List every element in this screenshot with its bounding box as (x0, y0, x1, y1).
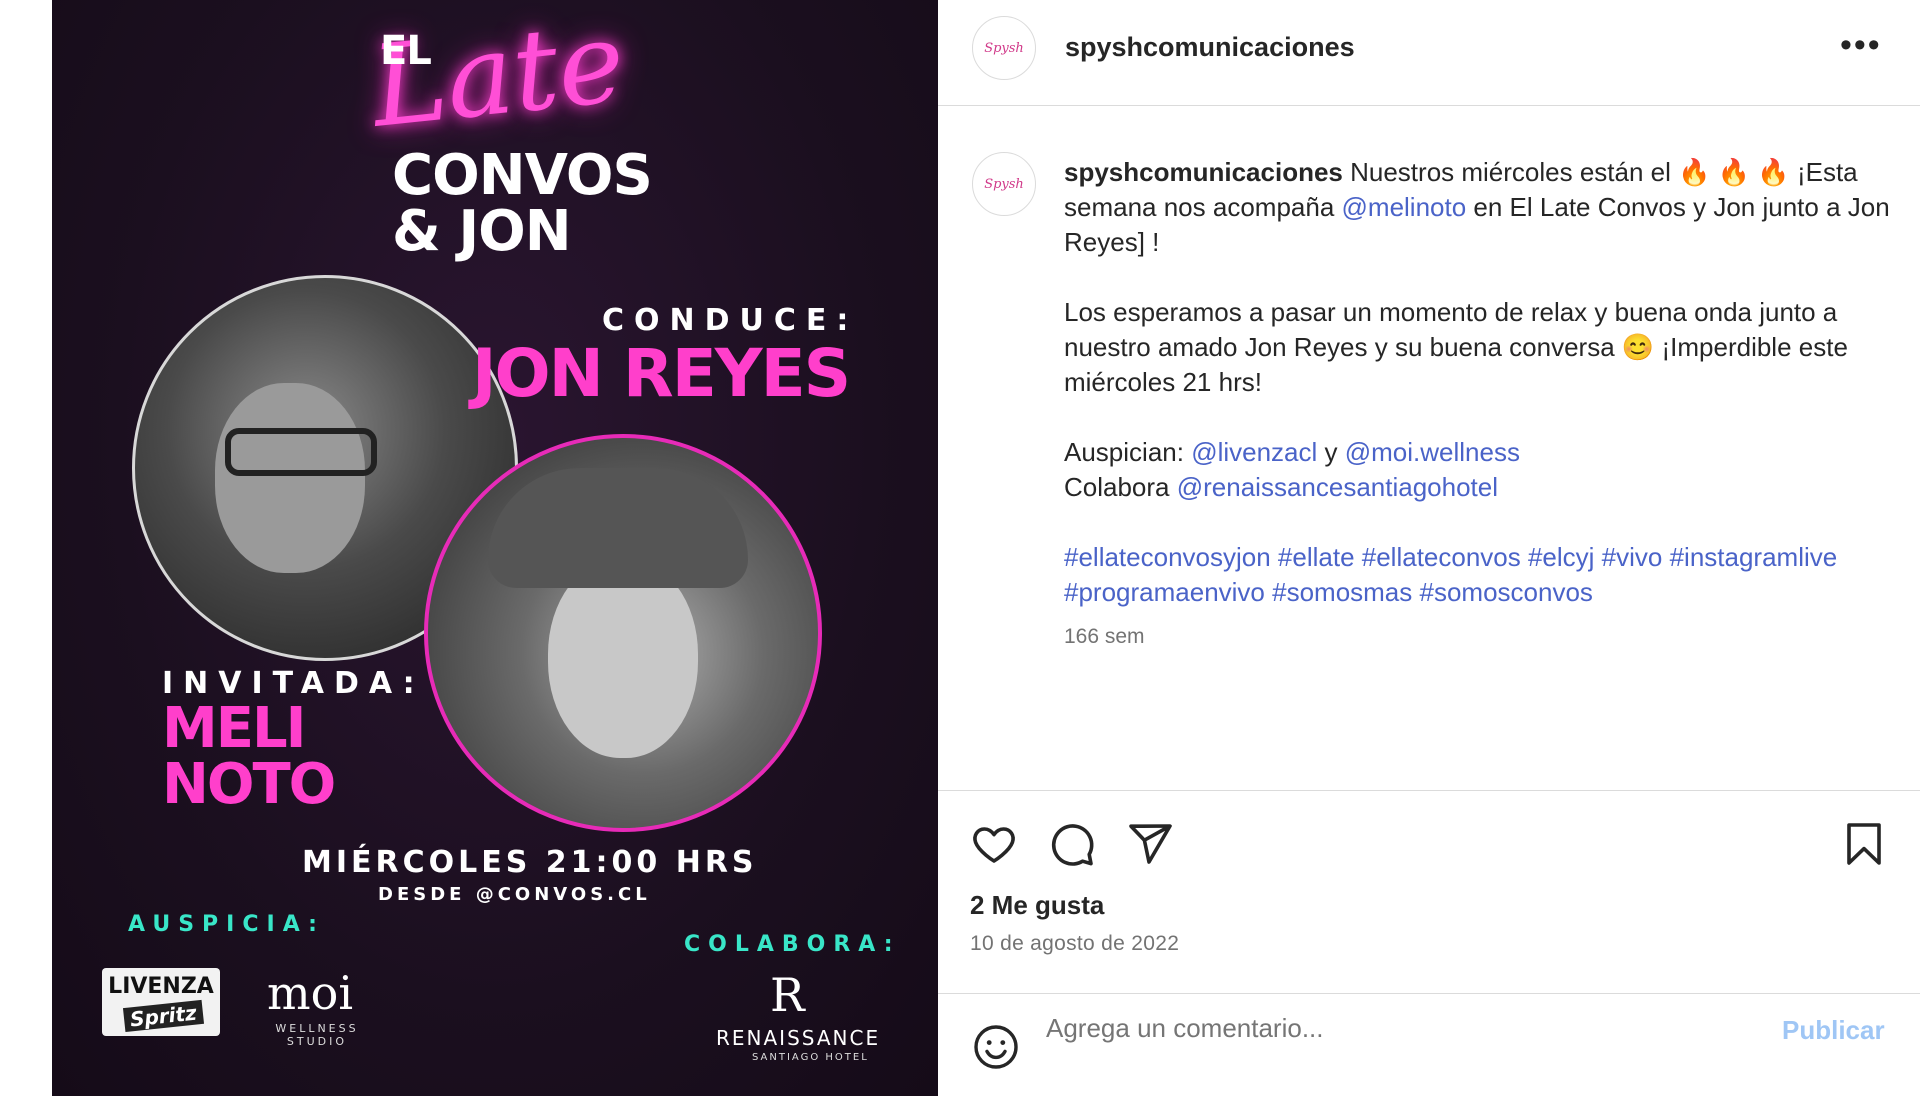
guest-name-line2: NOTO (162, 752, 336, 817)
moi-logo: moi (267, 966, 354, 1020)
fire-emoji: 🔥 (1717, 157, 1751, 187)
livenza-text: LIVENZA (108, 974, 214, 999)
save-bookmark-icon[interactable] (1840, 820, 1888, 868)
guest-cap (488, 468, 748, 588)
caption-text: Colabora (1064, 472, 1177, 502)
avatar[interactable]: Spysh (972, 16, 1036, 80)
smile-emoji: 😊 (1621, 332, 1655, 362)
caption-avatar[interactable]: Spysh (972, 152, 1036, 216)
fire-emoji: 🔥 (1757, 157, 1790, 187)
guest-name-line1: MELI (162, 696, 306, 761)
comment-input[interactable] (1046, 1013, 1706, 1044)
caption-username[interactable]: spyshcomunicaciones (1064, 157, 1343, 187)
guest-photo (424, 434, 822, 832)
livenza-logo: LIVENZA Spritz (102, 968, 220, 1036)
mention-livenzacl[interactable]: @livenzacl (1191, 437, 1317, 467)
post-image[interactable]: Late EL CONVOS & JON CONDUCE: JON REYES … (52, 0, 938, 1096)
caption-paragraph-1: spyshcomunicaciones Nuestros miércoles e… (1064, 155, 1900, 260)
poster-title-late: Late (365, 0, 631, 153)
hashtags-line-1[interactable]: #ellateconvosyjon #ellate #ellateconvos … (1064, 542, 1837, 572)
share-send-icon[interactable] (1126, 820, 1174, 868)
renaissance-logo: RENAISSANCE (716, 1026, 881, 1050)
host-glasses (225, 428, 377, 476)
desde-handle: DESDE @CONVOS.CL (378, 884, 651, 905)
schedule: MIÉRCOLES 21:00 HRS (302, 845, 758, 880)
renaissance-subtitle: SANTIAGO HOTEL (752, 1052, 869, 1063)
like-heart-icon[interactable] (970, 820, 1018, 868)
caption-text: Auspician: (1064, 437, 1192, 467)
caption-paragraph-3: Auspician: @livenzacl y @moi.wellness Col… (1064, 435, 1900, 505)
post-date: 10 de agosto de 2022 (970, 932, 1180, 955)
moi-subtitle: WELLNESS STUDIO (275, 1022, 359, 1048)
post-caption: spyshcomunicaciones Nuestros miércoles e… (1064, 155, 1900, 645)
host-name: JON REYES (472, 335, 851, 412)
poster-title-el: EL (380, 28, 432, 74)
caption-time[interactable]: 166 sem (1064, 625, 1145, 649)
publish-button[interactable]: Publicar (1782, 1015, 1885, 1046)
colabora-label: COLABORA: (684, 932, 901, 957)
poster-title-jon: & JON (392, 199, 572, 264)
caption-avatar-text: Spysh (984, 176, 1024, 192)
caption-hashtags: #ellateconvosyjon #ellate #ellateconvos … (1064, 540, 1900, 610)
comment-icon[interactable] (1048, 820, 1096, 868)
caption-paragraph-2: Los esperamos a pasar un momento de rela… (1064, 295, 1900, 400)
mention-renaissance[interactable]: @renaissancesantiagohotel (1177, 472, 1498, 502)
post-panel: Spysh spyshcomunicaciones ••• Spysh spys… (938, 0, 1920, 1080)
hashtags-line-2[interactable]: #programaenvivo #somosmas #somosconvos (1064, 577, 1593, 607)
conduce-label: CONDUCE: (602, 303, 859, 338)
post-header: Spysh spyshcomunicaciones ••• (938, 0, 1920, 106)
guest-face (548, 558, 698, 758)
emoji-icon[interactable] (972, 1023, 1020, 1071)
spritz-text: Spritz (122, 999, 204, 1033)
avatar-text: Spysh (984, 40, 1024, 56)
auspicia-label: AUSPICIA: (128, 912, 325, 937)
more-options-icon[interactable]: ••• (1840, 28, 1882, 62)
header-username[interactable]: spyshcomunicaciones (1065, 32, 1355, 63)
poster-title-convos: CONVOS (392, 143, 653, 208)
divider (938, 790, 1920, 791)
caption-text: y (1317, 437, 1345, 467)
fire-emoji: 🔥 (1678, 157, 1711, 187)
renaissance-mark: R (770, 968, 805, 1022)
host-face (215, 383, 365, 573)
caption-text: Nuestros miércoles están el (1342, 157, 1679, 187)
likes-count[interactable]: 2 Me gusta (970, 890, 1104, 921)
divider (938, 993, 1920, 994)
mention-moi-wellness[interactable]: @moi.wellness (1345, 437, 1520, 467)
mention-melinoto[interactable]: @melinoto (1342, 192, 1467, 222)
